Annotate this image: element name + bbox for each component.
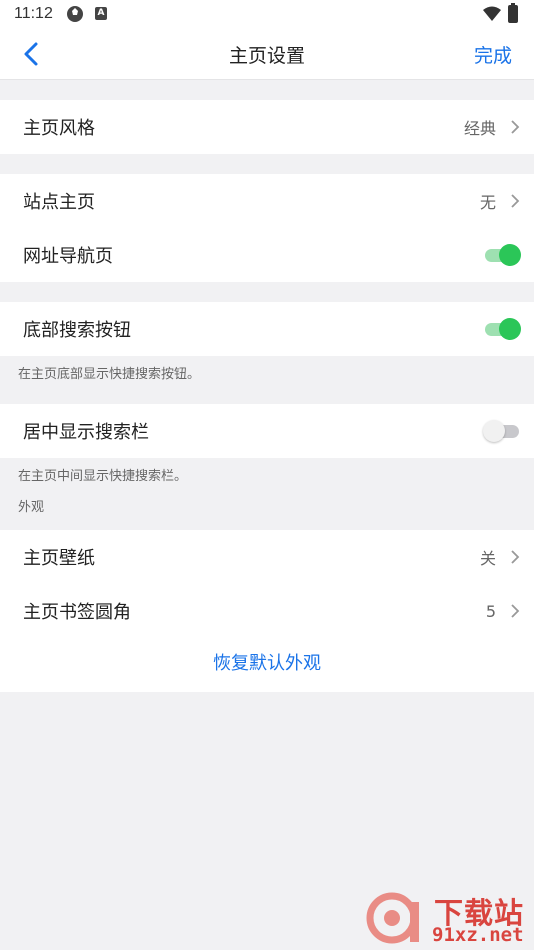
nav-bar: 主页设置 完成 [0, 28, 534, 80]
page-title: 主页设置 [228, 45, 305, 67]
chevron-right-icon [511, 550, 520, 564]
bottom-search-row: 底部搜索按钮 [0, 302, 534, 356]
bookmark-radius-row[interactable]: 主页书签圆角 5 [0, 584, 534, 638]
homepage-style-row[interactable]: 主页风格 经典 [0, 100, 534, 154]
wallpaper-row[interactable]: 主页壁纸 关 [0, 530, 534, 584]
bottom-search-label: 底部搜索按钮 [23, 320, 131, 341]
watermark-logo-icon [366, 892, 419, 944]
wallpaper-value: 关 [479, 549, 496, 568]
status-time: 11:12 [14, 5, 53, 22]
center-search-group: 居中显示搜索栏 [0, 404, 534, 458]
bottom-search-group: 底部搜索按钮 [0, 302, 534, 356]
battery-icon [508, 3, 518, 23]
style-group: 主页风格 经典 [0, 100, 534, 154]
center-search-toggle[interactable] [483, 420, 521, 442]
nav-page-toggle[interactable] [483, 244, 521, 266]
chevron-right-icon [511, 604, 520, 618]
center-search-label: 居中显示搜索栏 [23, 422, 149, 443]
bottom-search-toggle[interactable] [483, 318, 521, 340]
bookmark-radius-value: 5 [485, 601, 496, 621]
wallpaper-label: 主页壁纸 [23, 548, 95, 569]
bottom-search-hint: 在主页底部显示快捷搜索按钮。 [18, 367, 201, 382]
homepage-style-value: 经典 [463, 119, 496, 138]
chevron-right-icon [511, 194, 520, 208]
home-group: 站点主页 无 网址导航页 [0, 174, 534, 282]
homepage-style-label: 主页风格 [23, 118, 95, 139]
appearance-section-header: 外观 [18, 500, 45, 515]
a-badge-icon: A [95, 7, 107, 20]
wifi-icon [483, 6, 501, 21]
bookmark-radius-label: 主页书签圆角 [23, 602, 131, 623]
restore-default-appearance-button[interactable]: 恢复默认外观 [0, 638, 534, 692]
site-home-label: 站点主页 [23, 192, 95, 213]
center-search-hint: 在主页中间显示快捷搜索栏。 [18, 469, 188, 484]
done-button[interactable]: 完成 [474, 41, 512, 68]
nav-page-row: 网址导航页 [0, 228, 534, 282]
chevron-right-icon [511, 120, 520, 134]
site-home-value: 无 [479, 193, 496, 212]
nav-page-label: 网址导航页 [23, 246, 113, 267]
ball-icon [67, 6, 83, 22]
watermark-url: 91xz.net [432, 924, 524, 946]
status-bar: 11:12 A [0, 0, 534, 28]
watermark: 下载站 91xz.net [362, 888, 534, 950]
appearance-group: 主页壁纸 关 主页书签圆角 5 恢复默认外观 [0, 530, 534, 692]
center-search-row: 居中显示搜索栏 [0, 404, 534, 458]
site-home-row[interactable]: 站点主页 无 [0, 174, 534, 228]
